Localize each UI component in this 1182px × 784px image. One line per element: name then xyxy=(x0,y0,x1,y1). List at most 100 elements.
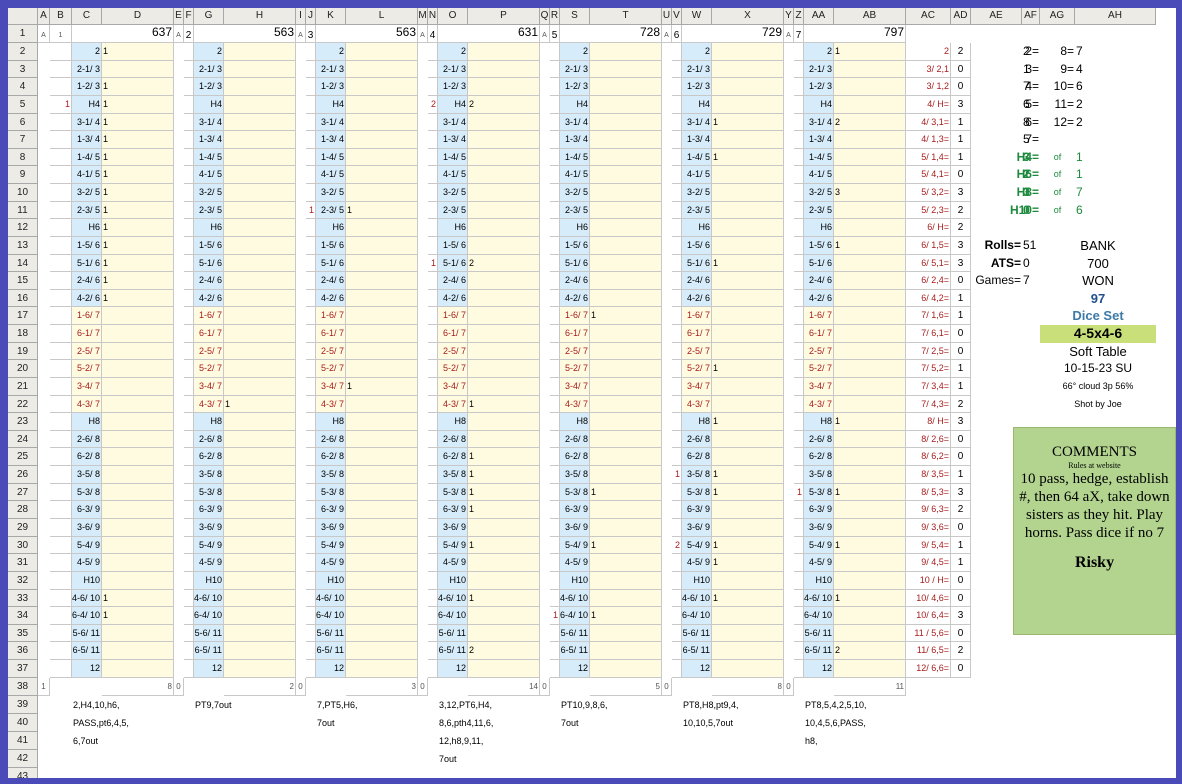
hardway-total[interactable]: 1 xyxy=(1075,149,1156,167)
hit-count[interactable] xyxy=(468,166,540,185)
combo-label[interactable]: 3-5/ 8 xyxy=(72,466,102,484)
hit-count[interactable] xyxy=(590,236,662,255)
left-mark[interactable] xyxy=(672,78,682,96)
combo-label[interactable]: 2-5/ 7 xyxy=(72,342,102,361)
left-mark[interactable] xyxy=(794,325,804,343)
left-mark[interactable] xyxy=(794,571,804,590)
row-header-8[interactable]: 8 xyxy=(8,148,38,167)
left-mark[interactable] xyxy=(184,483,194,502)
combo-label[interactable]: 3-5/ 8 xyxy=(560,466,590,484)
combo-label[interactable]: 6-4/ 10 xyxy=(316,607,346,625)
hit-count[interactable] xyxy=(224,377,296,396)
column-header-AH[interactable]: AH xyxy=(1075,8,1156,25)
left-mark[interactable] xyxy=(306,113,316,132)
column-header-S[interactable]: S xyxy=(560,8,590,25)
combo-label[interactable]: 1-4/ 5 xyxy=(316,148,346,167)
left-mark[interactable] xyxy=(50,377,72,396)
left-mark[interactable] xyxy=(184,236,194,255)
hit-count[interactable]: 1 xyxy=(102,201,174,220)
hit-count[interactable]: 1 xyxy=(102,289,174,308)
session-summary[interactable]: PT8,5,4,2,5,10, xyxy=(804,696,906,714)
hit-count[interactable] xyxy=(346,554,418,572)
hardway-value[interactable]: 3 xyxy=(1022,149,1040,167)
column-header-AB[interactable]: AB xyxy=(834,8,906,25)
hit-count[interactable] xyxy=(224,43,296,61)
combo-label[interactable]: 1-6/ 7 xyxy=(438,307,468,326)
ad-value[interactable]: 3 xyxy=(951,483,971,502)
combo-label[interactable]: 3-4/ 7 xyxy=(72,377,102,396)
hit-count[interactable] xyxy=(224,501,296,519)
row-header-18[interactable]: 18 xyxy=(8,325,38,343)
row-header-29[interactable]: 29 xyxy=(8,519,38,537)
total-label2[interactable]: 11= xyxy=(1040,96,1075,114)
left-mark[interactable] xyxy=(794,95,804,114)
hit-count[interactable] xyxy=(224,342,296,361)
left-mark[interactable] xyxy=(428,60,438,79)
hit-count[interactable] xyxy=(224,448,296,467)
ac-combo-label[interactable]: 5/ 4,1= xyxy=(906,166,951,185)
hit-count[interactable] xyxy=(468,430,540,449)
left-mark[interactable] xyxy=(794,201,804,220)
hit-count[interactable] xyxy=(590,501,662,519)
ad-value[interactable]: 0 xyxy=(951,60,971,79)
combo-label[interactable]: 2 xyxy=(194,43,224,61)
left-mark[interactable] xyxy=(550,360,560,378)
hit-count[interactable] xyxy=(468,360,540,378)
combo-label[interactable]: 3-1/ 4 xyxy=(804,113,834,132)
hit-count[interactable] xyxy=(590,360,662,378)
hit-count[interactable] xyxy=(834,148,906,167)
hit-count[interactable] xyxy=(346,307,418,326)
hit-count[interactable] xyxy=(468,148,540,167)
combo-label[interactable]: 3-5/ 8 xyxy=(804,466,834,484)
first-col-count[interactable]: 0 xyxy=(296,677,306,696)
left-mark[interactable] xyxy=(184,413,194,431)
combo-label[interactable]: 4-6/ 10 xyxy=(316,589,346,608)
combo-label[interactable]: 1-3/ 4 xyxy=(316,131,346,149)
hit-count[interactable] xyxy=(590,184,662,202)
combo-label[interactable]: 2 xyxy=(316,43,346,61)
left-mark[interactable] xyxy=(672,642,682,661)
combo-label[interactable]: 4-1/ 5 xyxy=(72,166,102,185)
hit-count[interactable]: 1 xyxy=(224,395,296,414)
hit-count[interactable] xyxy=(468,184,540,202)
combo-label[interactable]: 5-1/ 6 xyxy=(194,254,224,273)
total-label2[interactable]: 9= xyxy=(1040,61,1075,79)
left-mark[interactable] xyxy=(184,377,194,396)
session-summary[interactable]: 10,10,5,7out xyxy=(682,714,784,732)
combo-label[interactable]: H8 xyxy=(438,413,468,431)
combo-label[interactable]: 2-3/ 5 xyxy=(804,201,834,220)
hit-count[interactable] xyxy=(224,219,296,237)
combo-label[interactable]: 3-4/ 7 xyxy=(804,377,834,396)
left-mark[interactable] xyxy=(306,219,316,237)
hit-count[interactable]: 1 xyxy=(834,43,906,61)
left-mark[interactable] xyxy=(50,289,72,308)
hit-count[interactable] xyxy=(224,236,296,255)
hit-count[interactable] xyxy=(102,483,174,502)
row-header-43[interactable]: 43 xyxy=(8,767,38,778)
ad-value[interactable]: 0 xyxy=(951,342,971,361)
column-header-E[interactable]: E xyxy=(174,8,184,25)
left-mark[interactable] xyxy=(672,413,682,431)
combo-label[interactable]: 3-2/ 5 xyxy=(316,184,346,202)
left-mark[interactable] xyxy=(50,78,72,96)
combo-label[interactable]: 6-5/ 11 xyxy=(72,642,102,661)
left-mark[interactable] xyxy=(184,536,194,555)
hardway-of[interactable]: of xyxy=(1040,149,1075,167)
hit-count[interactable]: 1 xyxy=(468,536,540,555)
session-summary[interactable]: 7,PT5,H6, xyxy=(316,696,418,714)
hit-count[interactable] xyxy=(102,448,174,467)
combo-label[interactable]: 1-4/ 5 xyxy=(560,148,590,167)
hit-count[interactable] xyxy=(834,360,906,378)
hit-count[interactable] xyxy=(102,360,174,378)
ac-combo-label[interactable]: 8/ 5,3= xyxy=(906,483,951,502)
total-label2[interactable]: 10= xyxy=(1040,78,1075,96)
combo-label[interactable]: 4-6/ 10 xyxy=(560,589,590,608)
hit-count[interactable] xyxy=(224,519,296,537)
hit-count[interactable]: 2 xyxy=(834,113,906,132)
hit-count[interactable] xyxy=(834,289,906,308)
hit-count[interactable] xyxy=(468,289,540,308)
combo-label[interactable]: 4-1/ 5 xyxy=(438,166,468,185)
ad-value[interactable]: 2 xyxy=(951,501,971,519)
hit-count[interactable] xyxy=(346,254,418,273)
combo-label[interactable]: 3-1/ 4 xyxy=(194,113,224,132)
